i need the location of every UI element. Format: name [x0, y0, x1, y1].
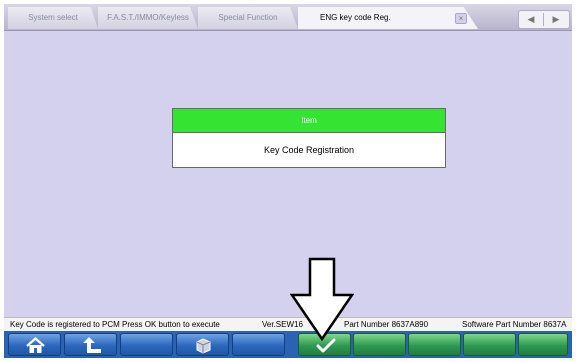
toolbar-button-8[interactable]: [408, 333, 461, 356]
home-icon: [26, 337, 45, 353]
back-button[interactable]: [64, 333, 117, 356]
tab-special-function[interactable]: Special Function: [198, 7, 298, 29]
package-icon: [196, 338, 211, 354]
tab-scroll-right-icon[interactable]: ▶: [545, 12, 567, 27]
tab-fast-immo-keyless[interactable]: F.A.S.T./IMMO/Keyless: [98, 7, 198, 29]
status-bar: Key Code is registered to PCM Press OK b…: [4, 317, 572, 332]
tab-system-select[interactable]: System select: [8, 7, 98, 29]
status-message: Key Code is registered to PCM Press OK b…: [10, 320, 220, 329]
home-button[interactable]: [8, 333, 61, 356]
status-part-number: Part Number 8637A890: [344, 320, 429, 329]
item-table: Item Key Code Registration: [172, 108, 446, 168]
toolbar-button-10[interactable]: [518, 333, 568, 356]
tab-scroll-left-icon[interactable]: ◀: [520, 12, 542, 27]
toolbar-button-5[interactable]: [232, 333, 285, 356]
tab-close-icon[interactable]: ×: [455, 13, 467, 24]
tab-scroll-divider: [543, 13, 544, 26]
tab-eng-key-code-reg-label: ENG key code Reg.: [320, 13, 391, 22]
tab-eng-key-code-reg[interactable]: ENG key code Reg. ×: [298, 7, 478, 29]
toolbar-button-9[interactable]: [463, 333, 516, 356]
toolbar-button-7[interactable]: [353, 333, 406, 356]
item-table-header: Item: [173, 109, 445, 133]
tab-scroll-controls: ◀ ▶: [518, 10, 570, 29]
down-arrow-icon: [290, 257, 354, 341]
back-arrow-icon: [83, 337, 101, 353]
table-row-key-code-registration[interactable]: Key Code Registration: [173, 133, 445, 167]
package-button[interactable]: [176, 333, 229, 356]
status-software-part-number: Software Part Number 8637A: [462, 320, 567, 329]
bottom-toolbar: [4, 331, 572, 358]
tab-bar: System select F.A.S.T./IMMO/Keyless Spec…: [4, 4, 572, 31]
toolbar-button-3[interactable]: [120, 333, 173, 356]
